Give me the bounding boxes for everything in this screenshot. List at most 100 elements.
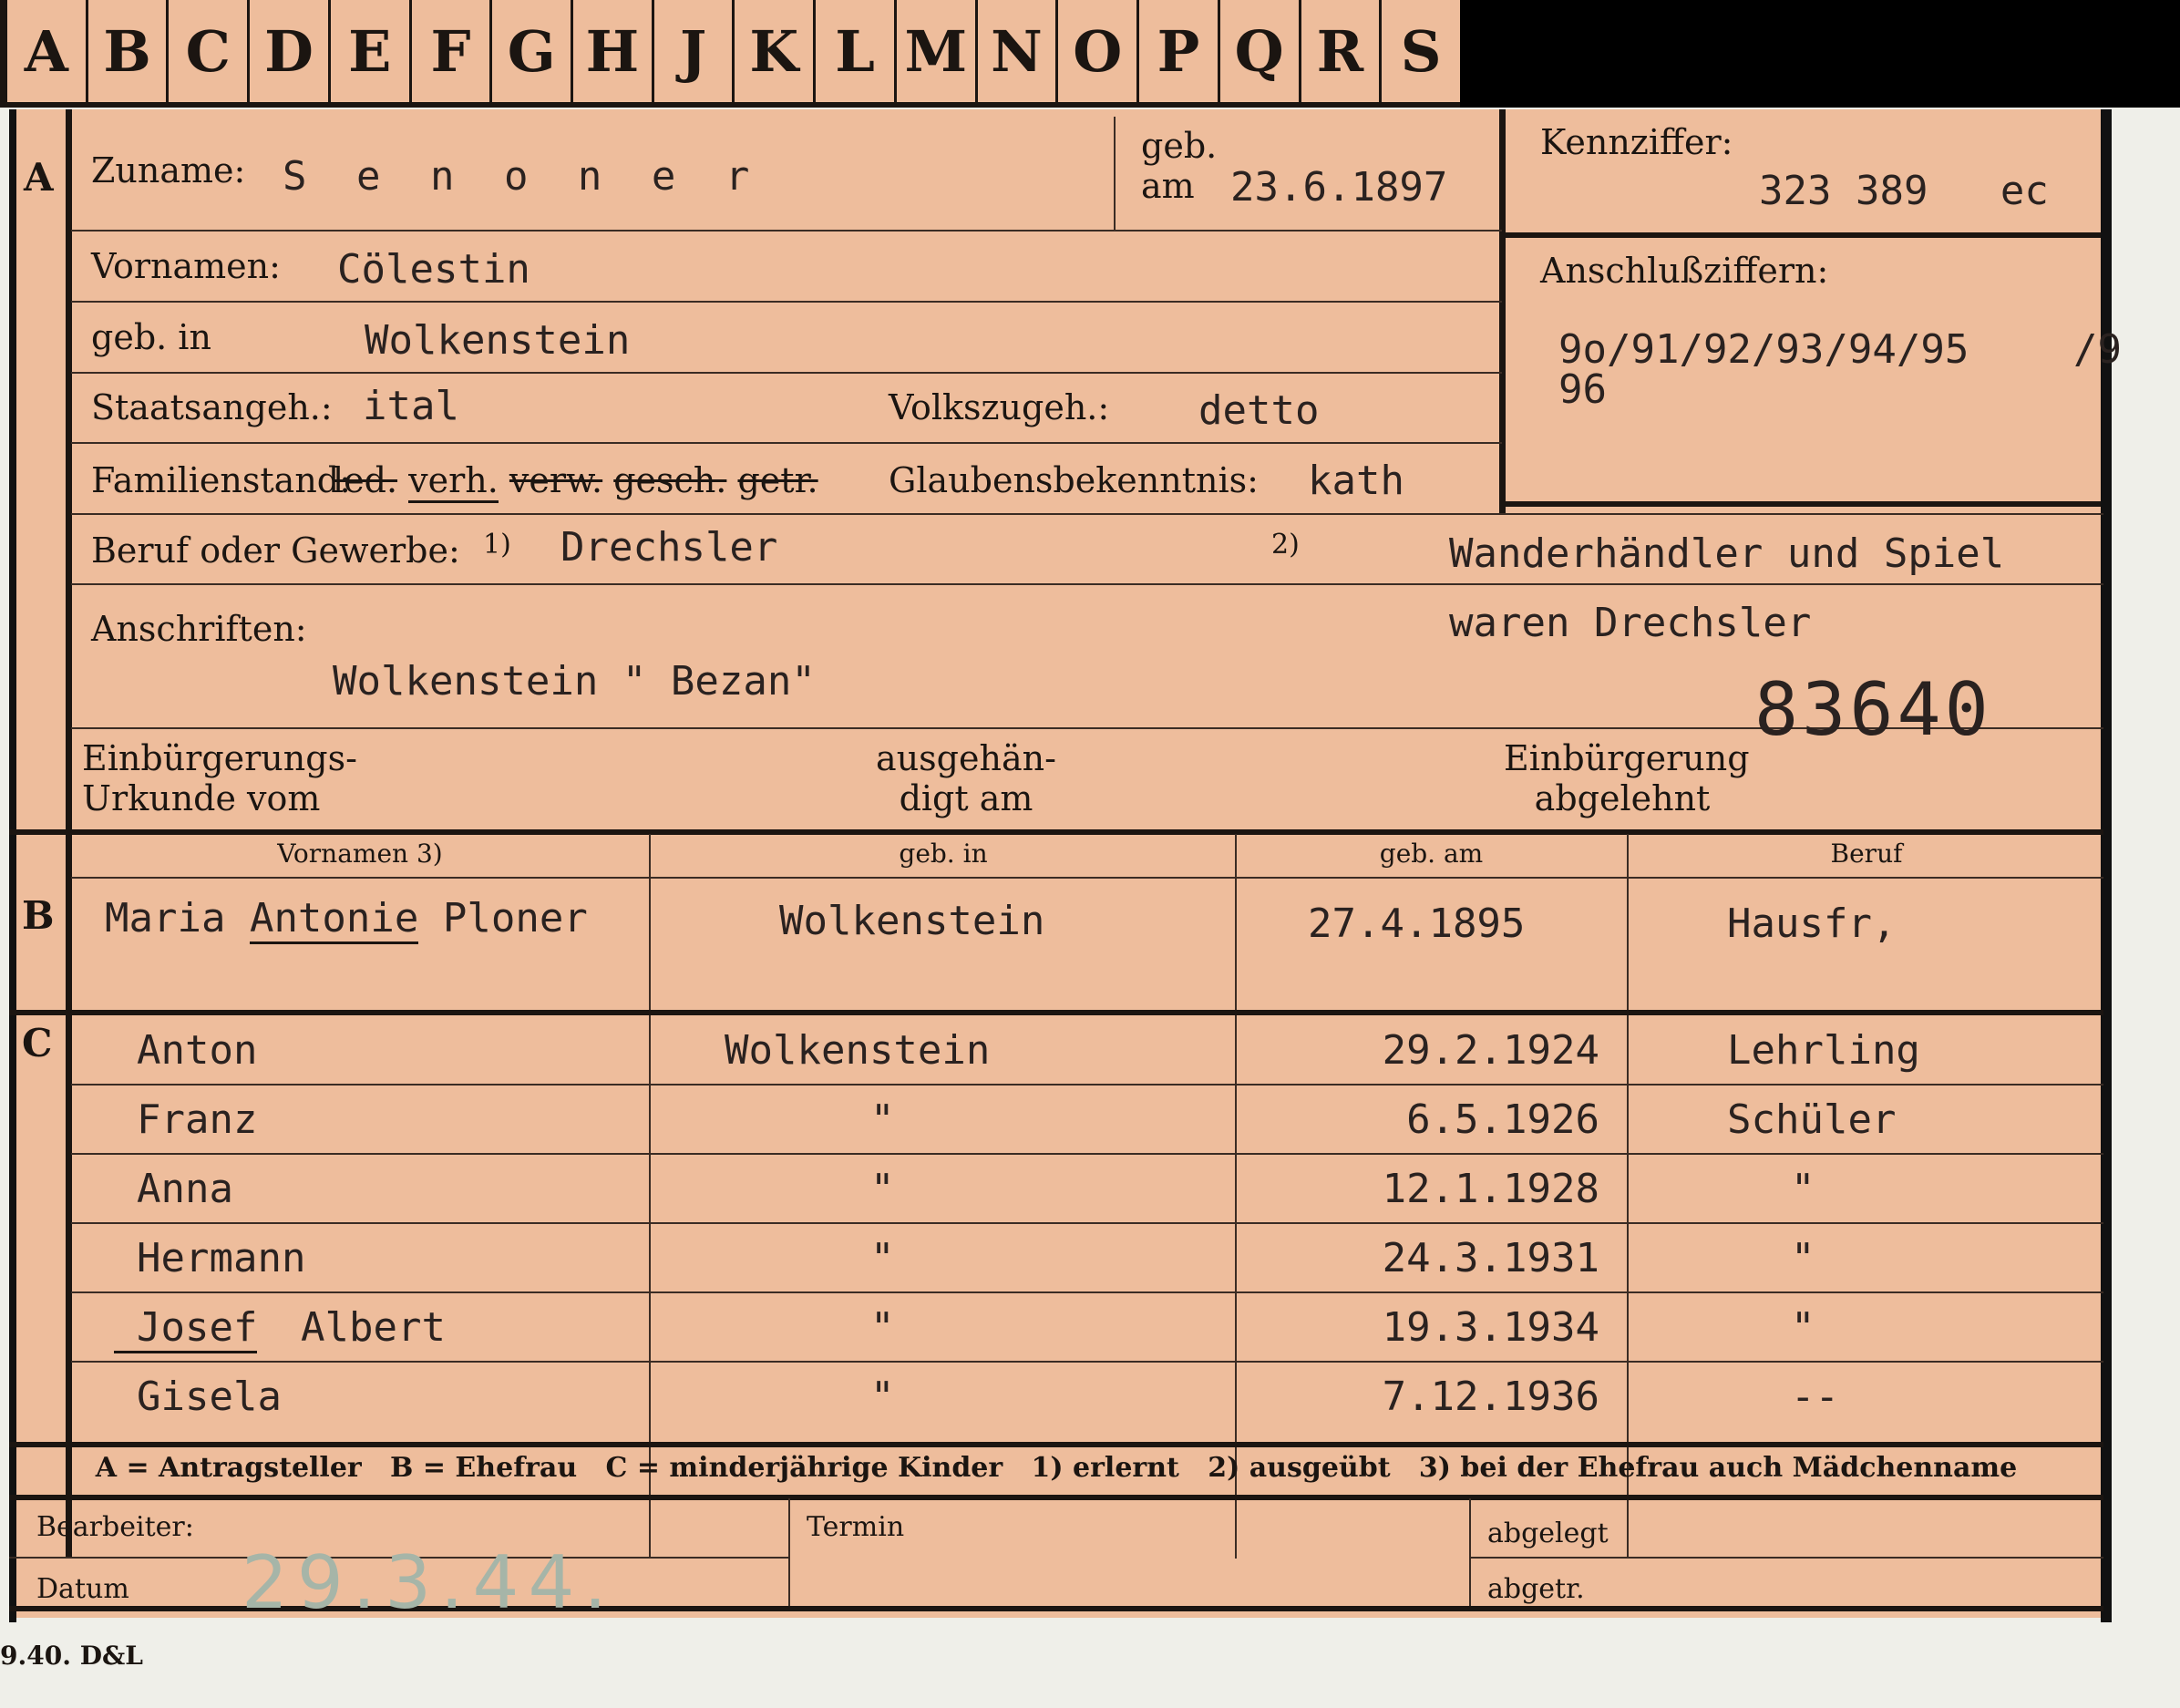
section-b-marker: B: [22, 893, 55, 938]
child-name: Anton: [137, 1027, 258, 1074]
geb-label: geb.: [1141, 126, 1218, 166]
geb-in-value: Wolkenstein: [365, 317, 631, 364]
alphabet-tab-q: Q: [1217, 0, 1299, 102]
section-a-marker: A: [24, 155, 54, 200]
geb-in-label: geb. in: [91, 317, 211, 357]
beruf-ausgeuebt-line2: waren Drechsler: [1449, 600, 1812, 646]
scan-background-corner: [1460, 0, 2180, 108]
ausgehaendigt-label-line2: digt am: [899, 778, 1033, 818]
registration-card: A Zuname: S e n o n e r geb. am 23.6.189…: [9, 109, 2122, 1625]
footer-rule-termin: [788, 1498, 790, 1608]
child-name: Josef: [114, 1304, 258, 1353]
kennziffer-label: Kennziffer:: [1540, 122, 1733, 162]
anschrift-value: Wolkenstein " Bezan": [333, 658, 816, 705]
staatsangeh-label: Staatsangeh.:: [91, 387, 333, 427]
kennziffer-box-left-rule: [1499, 109, 1506, 515]
abgetr-label: abgetr.: [1487, 1573, 1585, 1605]
familienstand-getr: getr.: [737, 460, 818, 500]
abgelegt-label: abgelegt: [1487, 1518, 1609, 1549]
geb-divider: [1114, 117, 1116, 231]
child-row-rule: [71, 1084, 2103, 1086]
section-bc-left-rule: [66, 829, 72, 1559]
anschriften-label: Anschriften:: [91, 609, 307, 649]
ehefrau-beruf: Hausfr,: [1727, 900, 1897, 947]
familienstand-led: led.: [333, 460, 398, 500]
bearbeiter-label: Bearbeiter:: [36, 1511, 194, 1543]
familienstand-gesch: gesch.: [613, 460, 727, 500]
ehefrau-vorname-rufname: Antonie: [249, 895, 419, 944]
alphabet-tab-b: B: [85, 0, 167, 102]
vornamen-label: Vornamen:: [91, 246, 281, 286]
section-a-bottom: [9, 829, 2103, 835]
ehefrau-maedchenname: Ploner: [418, 895, 588, 941]
alphabet-tab-l: L: [813, 0, 894, 102]
am-label: am: [1141, 166, 1195, 206]
footnote-2-marker: 2): [1271, 529, 1300, 561]
legend: A = Antragsteller B = Ehefrau C = minder…: [95, 1452, 2018, 1484]
alphabet-tab-m: M: [893, 0, 975, 102]
einbuergerung-abgelehnt-label: Einbürgerung abgelehnt: [1504, 738, 1750, 818]
child-job: ": [1791, 1304, 1815, 1351]
alphabet-tab-j: J: [651, 0, 733, 102]
volkszugeh-label: Volkszugeh.:: [889, 387, 1110, 427]
child-place: Wolkenstein: [725, 1027, 991, 1074]
child-place: ": [870, 1304, 895, 1351]
kennziffer-box-bottom: [1504, 501, 2101, 507]
child-date: 12.1.1928: [1382, 1166, 1599, 1212]
datum-pencil-value: 29.3.44.: [242, 1540, 616, 1625]
alphabet-tab-strip: ABCDEFGHJKLMNOPQRS: [0, 0, 1460, 108]
alphabet-tab-r: R: [1298, 0, 1380, 102]
einbuergerungsurkunde-label-line2: Urkunde vom: [82, 778, 321, 818]
header-beruf: Beruf: [1830, 839, 1903, 869]
vornamen-value: Cölestin: [337, 246, 530, 293]
einbuergerungsurkunde-label: Einbürgerungs- Urkunde vom: [82, 738, 357, 818]
child-name: Anna: [137, 1166, 233, 1212]
stamp-number: 83640: [1754, 667, 1992, 752]
beruf-ausgeuebt-line1: Wanderhändler und Spiel: [1449, 530, 2005, 577]
glaubensbekenntnis-label: Glaubensbekenntnis:: [889, 460, 1259, 500]
child-date: 29.2.1924: [1382, 1027, 1599, 1074]
header-geb-in: geb. in: [899, 839, 988, 869]
child-date: 24.3.1931: [1382, 1235, 1599, 1281]
ehefrau-vornamen: Maria Antonie Ploner: [105, 895, 588, 944]
child-place: ": [870, 1096, 895, 1143]
ausgehaendigt-label-line1: ausgehän-: [876, 738, 1056, 778]
footnote-1-marker: 1): [483, 529, 511, 561]
familienstand-label: Familienstand:: [91, 460, 351, 500]
row-rule: [71, 301, 1502, 303]
child-date: 7.12.1936: [1382, 1374, 1599, 1420]
zuname-label: Zuname:: [91, 150, 246, 190]
child-job: ": [1791, 1235, 1815, 1281]
alphabet-tab-g: G: [489, 0, 571, 102]
anschlussziffern-line1: 9o/91/92/93/94/95: [1558, 326, 1969, 373]
footer-rule-mid-right: [1469, 1557, 2103, 1559]
einbuergerung-abgelehnt-line2: abgelehnt: [1534, 778, 1711, 818]
child-row-rule: [71, 1222, 2103, 1224]
child-name-second: Albert: [301, 1304, 446, 1351]
section-a-left-rule: [66, 109, 72, 829]
alphabet-tab-h: H: [571, 0, 652, 102]
section-c-bottom: [9, 1442, 2103, 1447]
beruf-label: Beruf oder Gewerbe:: [91, 530, 460, 571]
child-place: ": [870, 1374, 895, 1420]
alphabet-tab-d: D: [247, 0, 328, 102]
familienstand-verh: verh.: [408, 460, 499, 503]
row-rule: [71, 372, 1502, 374]
kennziffer-value: 323 389 ec: [1759, 168, 2049, 214]
volkszugeh-value: detto: [1198, 387, 1320, 434]
alphabet-tab-f: F: [408, 0, 490, 102]
familienstand-verw: verw.: [509, 460, 603, 500]
alphabet-tab-p: P: [1136, 0, 1218, 102]
header-geb-am: geb. am: [1379, 839, 1484, 869]
familienstand-options: led. verh. verw. gesch. getr.: [333, 460, 818, 503]
anschlussziffern-label: Anschlußziffern:: [1540, 251, 1829, 291]
child-name: Gisela: [137, 1374, 282, 1420]
einbuergerungsurkunde-label-line1: Einbürgerungs-: [82, 738, 357, 778]
child-job: ": [1791, 1166, 1815, 1212]
child-job: Lehrling: [1727, 1027, 1920, 1074]
header-vornamen: Vornamen 3): [277, 839, 443, 869]
anschlussziffern-line2: 96: [1558, 366, 1607, 413]
section-b-header-rule: [71, 877, 2103, 879]
legend-bottom: [9, 1495, 2103, 1500]
child-date: 19.3.1934: [1382, 1304, 1599, 1351]
